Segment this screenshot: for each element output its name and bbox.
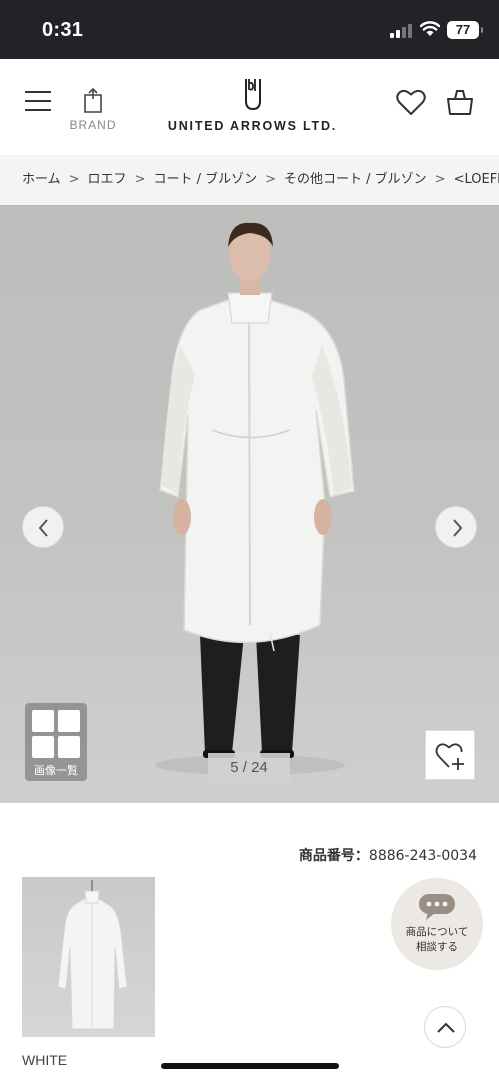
chevron-right-icon [453,519,463,537]
next-image-button[interactable] [435,506,477,548]
product-number-label: 商品番号： [298,848,369,864]
breadcrumb-separator: > [134,172,146,187]
breadcrumb-separator: > [265,172,277,187]
color-label: WHITE [22,1052,68,1068]
image-list-button[interactable]: 画像一覧 [25,703,87,781]
chevron-up-icon [437,1022,455,1033]
chat-bubble-icon [419,894,455,920]
brand-bag-icon [84,87,102,113]
breadcrumb-item-home[interactable]: ホーム [22,172,61,187]
color-swatch-thumbnail[interactable] [22,877,155,1037]
grid-icon [32,710,80,758]
signal-icon [390,24,412,38]
consult-label: 商品について 相談する [391,925,483,955]
breadcrumb-separator: > [434,172,446,187]
image-counter: 5 / 24 [208,753,290,783]
breadcrumb-separator: > [68,172,80,187]
logo-mark-icon [244,79,261,111]
brand-nav-button[interactable]: BRAND [66,87,120,141]
wifi-icon [420,21,440,36]
heart-plus-icon [435,743,464,770]
prev-image-button[interactable] [22,506,64,548]
product-number-value: 8886-243-0034 [368,848,477,864]
logo-text: UNITED ARROWS LTD. [167,119,338,133]
breadcrumb-item-brand[interactable]: ロエフ [88,172,127,187]
status-bar: 0:31 77 [0,0,499,59]
site-header: BRAND UNITED ARROWS LTD. [0,59,499,155]
product-number: 商品番号：8886-243-0034 [299,845,477,865]
battery-indicator: 77 [447,21,483,39]
site-logo[interactable]: UNITED ARROWS LTD. [160,77,345,133]
menu-icon[interactable] [25,91,51,113]
add-favorite-button[interactable] [425,730,475,780]
product-image-gallery[interactable]: 画像一覧 5 / 24 [0,205,499,803]
image-list-label: 画像一覧 [34,764,78,777]
chevron-left-icon [38,519,48,537]
consult-label-line1: 商品について [405,926,469,938]
breadcrumb-item-product[interactable]: <LOEFF> [454,172,499,187]
status-time: 0:31 [42,19,84,41]
breadcrumb: ホーム > ロエフ > コート / ブルゾン > その他コート / ブルゾン > <LOEFF> [0,155,499,205]
heart-icon[interactable] [396,89,426,116]
breadcrumb-item-category[interactable]: コート / ブルゾン [153,172,257,187]
scroll-top-button[interactable] [424,1006,466,1048]
consult-label-line2: 相談する [416,941,458,953]
thumbnail-photo [57,880,128,1030]
consult-button[interactable]: 商品について 相談する [391,878,483,970]
home-indicator[interactable] [161,1063,339,1069]
cart-icon[interactable] [446,89,474,116]
breadcrumb-item-subcategory[interactable]: その他コート / ブルゾン [284,172,427,187]
brand-label: BRAND [69,118,117,132]
